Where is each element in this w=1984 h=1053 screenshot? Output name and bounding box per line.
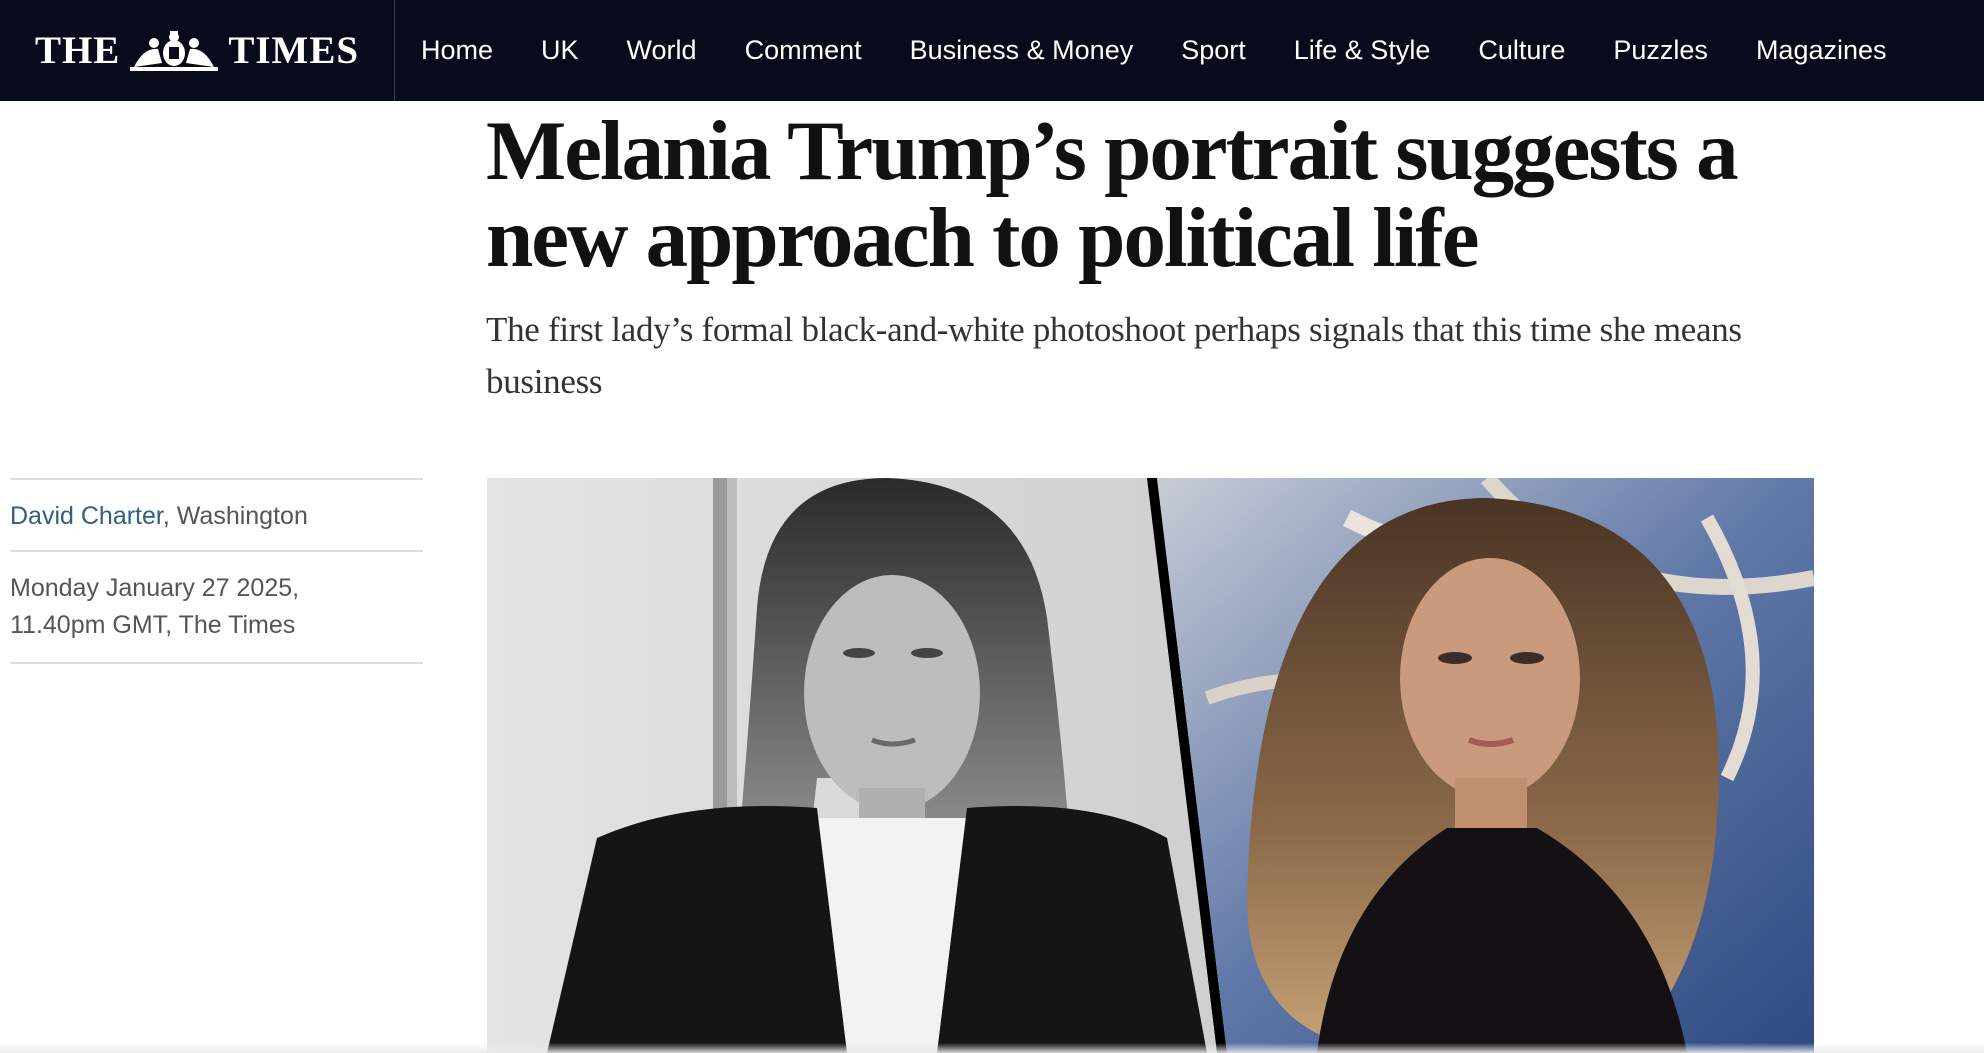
- article-standfirst: The first lady’s formal black-and-white …: [486, 310, 1742, 401]
- nav-item-culture[interactable]: Culture: [1478, 35, 1565, 66]
- masthead-logo[interactable]: THE TIMES: [0, 0, 395, 101]
- portrait-black-and-white: [487, 478, 1220, 1053]
- nav-item-world[interactable]: World: [627, 35, 697, 66]
- masthead-word-the: THE: [34, 29, 121, 72]
- portrait-colour: [1157, 478, 1814, 1053]
- nav-item-magazines[interactable]: Magazines: [1756, 35, 1887, 66]
- lead-image-portraits[interactable]: [487, 478, 1814, 1053]
- divider: [10, 662, 423, 664]
- nav-item-sport[interactable]: Sport: [1181, 35, 1246, 66]
- masthead-word-times: TIMES: [228, 29, 360, 72]
- nav-item-puzzles[interactable]: Puzzles: [1613, 35, 1708, 66]
- nav-item-comment[interactable]: Comment: [745, 35, 862, 66]
- byline: David Charter, Washington: [10, 480, 423, 550]
- bottom-edge-shadow: [0, 1043, 1984, 1053]
- dateline: Monday January 27 2025, 11.40pm GMT, The…: [10, 574, 300, 639]
- royal-crest-icon: [124, 29, 224, 73]
- main-nav: Home UK World Comment Business & Money S…: [396, 0, 1910, 101]
- byline-location: , Washington: [162, 502, 308, 530]
- nav-item-business-money[interactable]: Business & Money: [910, 35, 1134, 66]
- nav-item-home[interactable]: Home: [421, 35, 493, 66]
- nav-item-life-style[interactable]: Life & Style: [1294, 35, 1431, 66]
- nav-item-uk[interactable]: UK: [541, 35, 579, 66]
- byline-column: David Charter, Washington Monday January…: [10, 478, 423, 664]
- top-navigation-bar: THE TIMES Home UK World Comment Business…: [0, 0, 1984, 101]
- article-headline: Melania Trump’s portrait suggests a new …: [486, 104, 1739, 285]
- author-link[interactable]: David Charter: [10, 502, 163, 530]
